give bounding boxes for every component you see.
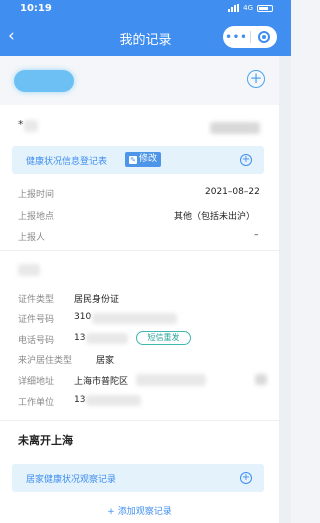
redacted-address-tail (255, 374, 267, 385)
id-type-value: 居民身份证 (74, 295, 120, 305)
phone-label: 电话号码 (18, 336, 55, 346)
member-selector-bar: + (0, 56, 279, 105)
address-value: 上海市普陀区 (74, 377, 129, 387)
redacted-id-number (92, 313, 177, 324)
redacted-block (210, 122, 260, 134)
health-form-banner[interactable]: 健康状况信息登记表 ✎ 修改 + (12, 146, 264, 174)
health-form-title: 健康状况信息登记表 (26, 157, 108, 167)
workplace-label: 工作单位 (18, 398, 55, 408)
edit-icon: ✎ (129, 155, 137, 164)
residence-type-value: 居家 (96, 356, 115, 366)
report-place-label: 上报地点 (18, 212, 55, 222)
expand-icon[interactable]: + (240, 154, 252, 166)
travel-status-title: 未离开上海 (18, 434, 73, 447)
add-observation-button[interactable]: + 添加观察记录 (0, 504, 279, 517)
page-edge (279, 56, 291, 523)
residence-type-label: 来沪居住类型 (18, 356, 73, 366)
resend-sms-button[interactable]: 短信重发 (136, 331, 191, 345)
nav-bar: ‹ 我的记录 ••• (0, 18, 291, 56)
reporter-value: – (254, 230, 259, 240)
status-time: 10:19 (20, 3, 52, 14)
mini-program-capsule: ••• (223, 26, 277, 48)
report-place-value: 其他（包括未出沪） (174, 212, 256, 222)
network-label: 4G (243, 4, 253, 12)
address-label: 详细地址 (18, 377, 55, 387)
observation-title: 居家健康状况观察记录 (26, 475, 117, 485)
report-time-value: 2021–08–22 (205, 187, 260, 197)
battery-icon (257, 4, 273, 12)
section-divider (0, 250, 279, 251)
workplace-value: 13 (74, 395, 86, 405)
redacted-address (136, 374, 206, 386)
add-member-button[interactable]: + (247, 70, 265, 88)
expand-icon[interactable]: + (240, 472, 252, 484)
close-button[interactable] (251, 31, 277, 43)
edit-label: 修改 (139, 154, 158, 164)
redacted-name (24, 120, 38, 132)
id-type-label: 证件类型 (18, 295, 55, 305)
phone-value: 13 (74, 333, 86, 343)
section-divider-2 (0, 420, 279, 421)
redacted-workplace (86, 395, 141, 406)
report-time-label: 上报时间 (18, 190, 55, 200)
redacted-name-2 (18, 264, 40, 276)
status-indicators: 4G (228, 4, 273, 12)
plus-circle-icon: + (249, 69, 263, 87)
id-number-value: 310 (74, 312, 92, 322)
person-name: * (18, 118, 24, 131)
target-icon (258, 31, 270, 43)
edit-button[interactable]: ✎ 修改 (125, 152, 162, 167)
more-button[interactable]: ••• (223, 32, 250, 43)
signal-icon (228, 4, 240, 12)
observation-banner[interactable]: 居家健康状况观察记录 + (12, 464, 264, 492)
member-tab-selected[interactable] (14, 70, 74, 92)
id-number-label: 证件号码 (18, 315, 55, 325)
reporter-label: 上报人 (18, 233, 46, 243)
redacted-phone (86, 333, 128, 344)
status-bar: 10:19 4G (0, 0, 291, 18)
